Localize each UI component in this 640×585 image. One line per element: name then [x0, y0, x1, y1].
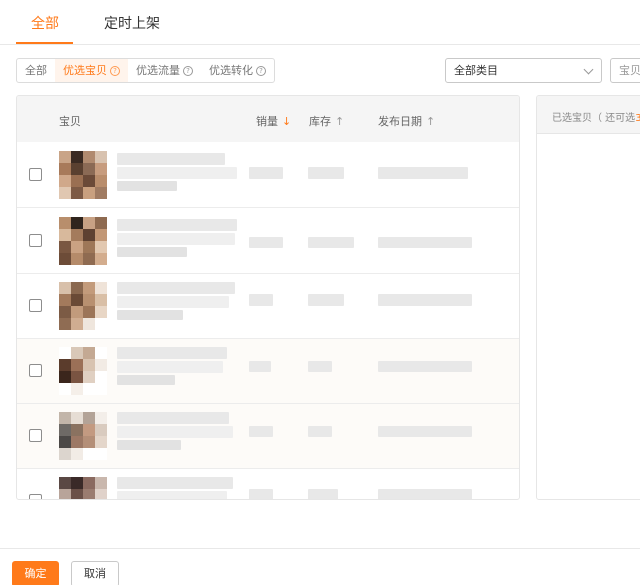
- item-title-blurred: [117, 167, 237, 179]
- tab-scheduled-listing[interactable]: 定时上架: [104, 13, 160, 33]
- column-header-publish-date-label: 发布日期: [378, 115, 422, 128]
- item-title-blurred: [117, 347, 227, 359]
- tab-all[interactable]: 全部: [31, 13, 59, 33]
- help-icon[interactable]: ?: [256, 65, 266, 76]
- item-title-blurred: [117, 361, 223, 373]
- item-price-blurred: [117, 247, 187, 257]
- row-checkbox[interactable]: [29, 234, 42, 247]
- publish-date-blurred: [378, 426, 472, 437]
- category-select[interactable]: 全部类目: [445, 58, 602, 83]
- table-row[interactable]: [17, 209, 519, 274]
- sales-value-blurred: [249, 426, 273, 437]
- filter-preferred-traffic[interactable]: 优选流量 ?: [128, 59, 201, 82]
- selected-items-title-prefix: 已选宝贝（ 还可选: [552, 113, 636, 124]
- sales-value-blurred: [249, 361, 271, 372]
- item-price-blurred: [117, 375, 175, 385]
- column-header-sales[interactable]: 销量 ↓: [256, 113, 291, 129]
- stock-value-blurred: [308, 426, 332, 437]
- remaining-count: 30: [635, 113, 640, 124]
- sort-up-arrow-icon: ↑: [335, 115, 345, 128]
- item-search-input[interactable]: 宝贝: [610, 58, 640, 83]
- sort-down-arrow-icon: ↓: [282, 115, 292, 128]
- item-title-blurred: [117, 219, 237, 231]
- item-price-blurred: [117, 310, 183, 320]
- item-title-blurred: [117, 233, 235, 245]
- product-thumbnail: [59, 477, 107, 499]
- column-header-stock[interactable]: 库存 ↑: [309, 113, 344, 129]
- cancel-button[interactable]: 取消: [71, 561, 119, 585]
- stock-value-blurred: [308, 361, 332, 372]
- row-checkbox[interactable]: [29, 168, 42, 181]
- item-price-blurred: [117, 181, 177, 191]
- category-select-value: 全部类目: [454, 64, 498, 77]
- publish-date-blurred: [378, 489, 472, 499]
- filter-preferred-items-label: 优选宝贝: [63, 64, 107, 77]
- column-header-publish-date[interactable]: 发布日期 ↑: [378, 113, 435, 129]
- product-thumbnail: [59, 217, 107, 265]
- filter-all[interactable]: 全部: [17, 59, 55, 82]
- product-thumbnail: [59, 347, 107, 395]
- table-row[interactable]: [17, 469, 519, 499]
- sales-value-blurred: [249, 167, 283, 179]
- item-title-blurred: [117, 296, 229, 308]
- product-thumbnail: [59, 412, 107, 460]
- stock-value-blurred: [308, 489, 338, 499]
- filter-segment-group: 全部 优选宝贝 ? 优选流量 ? 优选转化 ?: [16, 58, 275, 83]
- sort-up-arrow-icon: ↑: [426, 115, 436, 128]
- item-price-blurred: [117, 440, 181, 450]
- product-thumbnail: [59, 282, 107, 330]
- item-title-blurred: [117, 477, 233, 489]
- row-checkbox[interactable]: [29, 494, 42, 499]
- row-checkbox[interactable]: [29, 429, 42, 442]
- sales-value-blurred: [249, 489, 273, 499]
- filter-preferred-items[interactable]: 优选宝贝 ?: [55, 59, 128, 82]
- filter-preferred-conversion-label: 优选转化: [209, 64, 253, 77]
- table-row[interactable]: [17, 339, 519, 404]
- publish-date-blurred: [378, 167, 468, 179]
- publish-date-blurred: [378, 237, 472, 248]
- dialog-footer: 确定 取消: [0, 548, 640, 585]
- item-title-blurred: [117, 426, 233, 438]
- item-picker-dialog: 全部 定时上架 全部 优选宝贝 ? 优选流量 ? 优选转化 ? 全部类目 宝贝 …: [0, 0, 640, 585]
- column-header-sales-label: 销量: [256, 115, 278, 128]
- publish-date-blurred: [378, 294, 472, 306]
- item-title-blurred: [117, 282, 235, 294]
- product-thumbnail: [59, 151, 107, 199]
- column-header-stock-label: 库存: [309, 115, 331, 128]
- item-title-blurred: [117, 491, 227, 499]
- stock-value-blurred: [308, 294, 344, 306]
- table-row[interactable]: [17, 274, 519, 339]
- confirm-button[interactable]: 确定: [12, 561, 59, 585]
- table-header: 宝贝 销量 ↓ 库存 ↑ 发布日期 ↑: [17, 96, 519, 142]
- selected-items-panel: 已选宝贝（ 还可选30: [536, 95, 640, 500]
- help-icon[interactable]: ?: [183, 65, 193, 76]
- filter-preferred-traffic-label: 优选流量: [136, 64, 180, 77]
- item-title-blurred: [117, 412, 229, 424]
- item-table: 宝贝 销量 ↓ 库存 ↑ 发布日期 ↑: [16, 95, 520, 500]
- row-checkbox[interactable]: [29, 364, 42, 377]
- chevron-down-icon: [583, 64, 594, 75]
- row-checkbox[interactable]: [29, 299, 42, 312]
- sales-value-blurred: [249, 237, 283, 248]
- filter-preferred-conversion[interactable]: 优选转化 ?: [201, 59, 274, 82]
- top-tab-bar: 全部 定时上架: [0, 0, 640, 45]
- help-icon[interactable]: ?: [110, 65, 120, 76]
- table-row[interactable]: [17, 404, 519, 469]
- item-title-blurred: [117, 153, 225, 165]
- sales-value-blurred: [249, 294, 273, 306]
- filter-all-label: 全部: [25, 64, 47, 77]
- stock-value-blurred: [308, 167, 344, 179]
- column-header-item: 宝贝: [59, 115, 81, 128]
- table-row[interactable]: [17, 143, 519, 208]
- selected-items-title: 已选宝贝（ 还可选30: [552, 109, 640, 124]
- active-tab-indicator: [16, 42, 73, 44]
- publish-date-blurred: [378, 361, 472, 372]
- selected-items-header: 已选宝贝（ 还可选30: [537, 96, 640, 134]
- stock-value-blurred: [308, 237, 354, 248]
